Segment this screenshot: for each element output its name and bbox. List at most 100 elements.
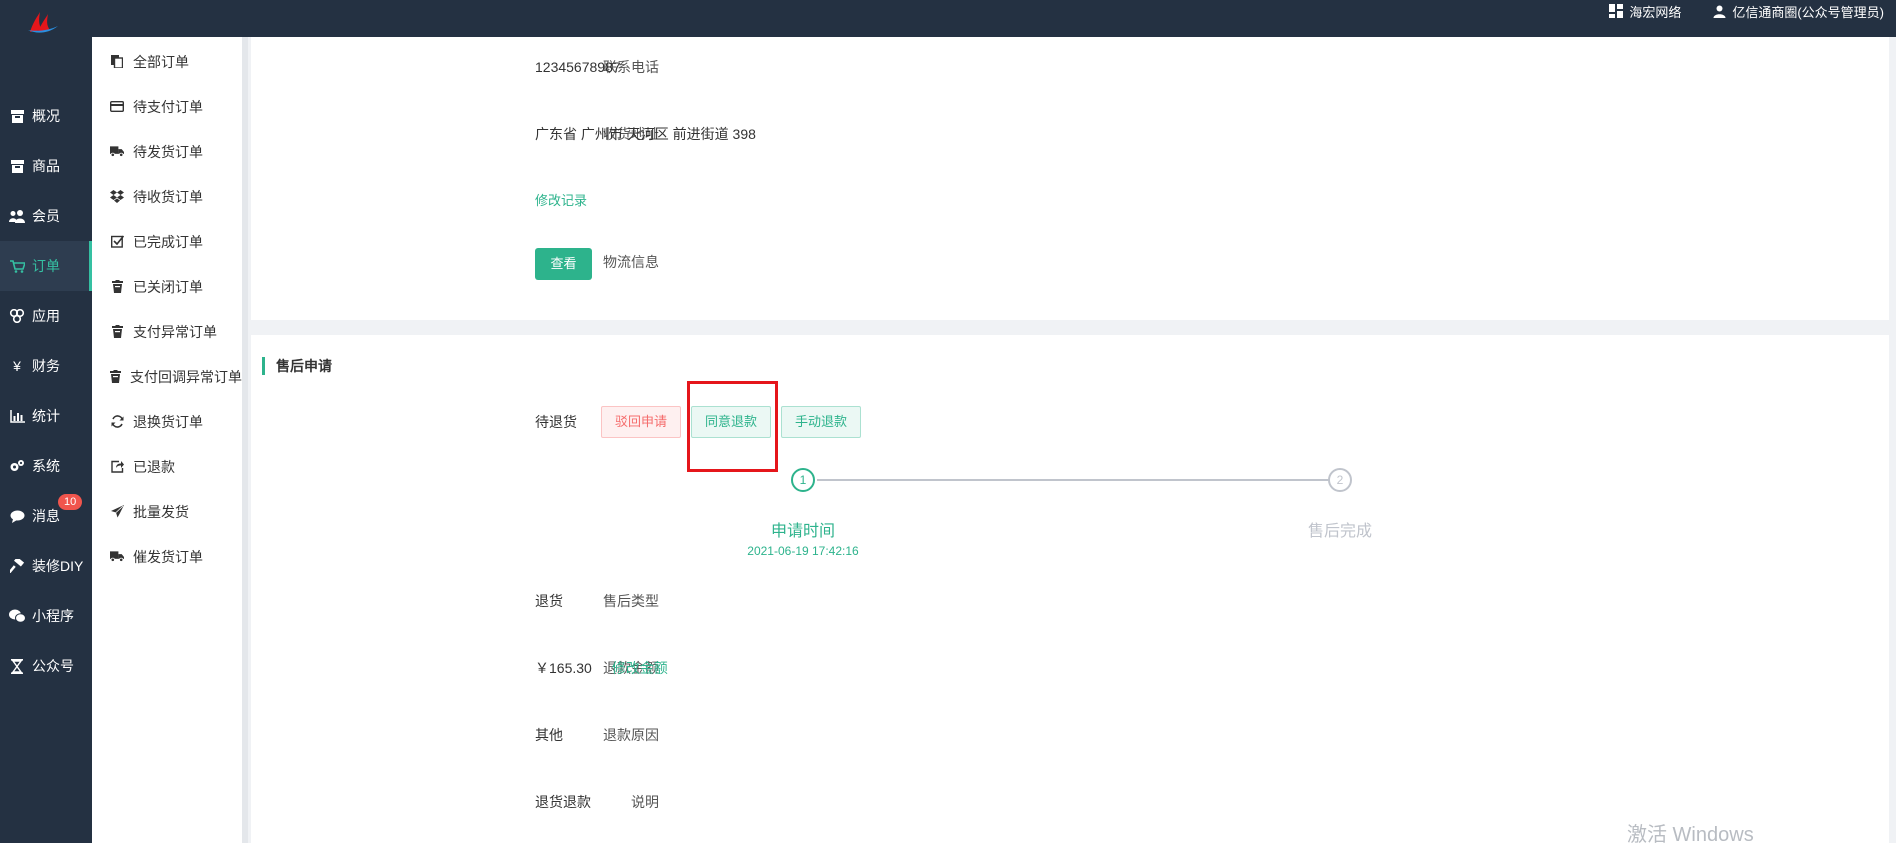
dropbox-icon <box>110 190 124 204</box>
submenu-item-callback-exception[interactable]: 支付回调异常订单 <box>92 354 242 399</box>
refund-amount-row: 退款金额 ￥165.30 修改金额 <box>251 653 1889 683</box>
submenu-scrollbar[interactable] <box>242 37 248 843</box>
manual-refund-button[interactable]: 手动退款 <box>781 406 861 438</box>
sidebar-item-label: 消息 <box>32 508 60 524</box>
sidebar-item-members[interactable]: 会员 <box>0 191 92 241</box>
message-count-badge: 10 <box>58 494 83 510</box>
shipping-info-card: 联系电话 12345678987 收货地址 广东省 广州市 天河区 前进街道 3… <box>251 37 1889 320</box>
sidebar-item-stats[interactable]: 统计 <box>0 391 92 441</box>
top-bar: 海宏网络 亿信通商圈(公众号管理员) <box>0 0 1896 37</box>
logistics-row: 物流信息 <box>251 247 1889 277</box>
sidebar-item-finance[interactable]: ¥ 财务 <box>0 341 92 391</box>
submenu-item-label: 已关闭订单 <box>133 278 203 295</box>
top-item-label: 海宏网络 <box>1629 4 1682 20</box>
sidebar-item-goods[interactable]: 商品 <box>0 141 92 191</box>
sidebar-item-label: 财务 <box>32 358 60 374</box>
after-sale-card: 售后申请 售后状态 待退货 驳回申请 同意退款 手动退款 1 2 申请时间 20… <box>251 335 1889 843</box>
top-item-user[interactable]: 亿信通商圈(公众号管理员) <box>1713 2 1884 21</box>
after-sale-status-row: 售后状态 待退货 <box>251 407 1889 437</box>
submenu-item-urge-ship[interactable]: 催发货订单 <box>92 534 242 579</box>
submenu-item-closed[interactable]: 已关闭订单 <box>92 264 242 309</box>
sidebar-item-system[interactable]: 系统 <box>0 441 92 491</box>
main-sidebar: 概况 商品 会员 订单 应用 ¥ 财务 统计 系统 消息 10 装修DIY 小程… <box>0 37 92 843</box>
truck-icon <box>110 550 124 564</box>
after-sale-type-row: 售后类型 退货 <box>251 586 1889 616</box>
submenu-item-label: 已完成订单 <box>133 233 203 250</box>
card-icon <box>110 100 124 114</box>
truck-icon <box>110 145 124 159</box>
users-icon <box>8 207 26 225</box>
order-submenu: 全部订单 待支付订单 待发货订单 待收货订单 已完成订单 已关闭订单 支付异常订… <box>92 37 242 843</box>
submenu-item-pending-shipment[interactable]: 待发货订单 <box>92 129 242 174</box>
submenu-item-label: 全部订单 <box>133 53 189 70</box>
address-row: 收货地址 广东省 广州市 天河区 前进街道 398 <box>251 119 1889 149</box>
top-item-shop[interactable]: 海宏网络 <box>1609 2 1681 21</box>
submenu-item-label: 待支付订单 <box>133 98 203 115</box>
sidebar-item-label: 商品 <box>32 158 60 174</box>
step-1-circle: 1 <box>791 468 815 492</box>
user-icon <box>1713 5 1726 18</box>
send-icon <box>110 505 124 519</box>
sidebar-item-messages[interactable]: 消息 10 <box>0 491 92 541</box>
check-square-icon <box>110 235 124 249</box>
sidebar-item-official-account[interactable]: 公众号 <box>0 641 92 691</box>
trash-icon <box>110 280 124 294</box>
steps-connector-line <box>817 479 1341 481</box>
submenu-item-label: 待发货订单 <box>133 143 203 160</box>
submenu-item-payment-exception[interactable]: 支付异常订单 <box>92 309 242 354</box>
submenu-item-all-orders[interactable]: 全部订单 <box>92 39 242 84</box>
gears-icon <box>8 457 26 475</box>
after-sale-title: 售后申请 <box>262 357 332 375</box>
submenu-item-completed[interactable]: 已完成订单 <box>92 219 242 264</box>
top-right-nav: 海宏网络 亿信通商圈(公众号管理员) <box>1609 0 1884 22</box>
sidebar-item-label: 装修DIY <box>32 558 84 574</box>
edit-amount-link[interactable]: 修改金额 <box>612 660 668 676</box>
sidebar-item-orders[interactable]: 订单 <box>0 241 92 291</box>
sidebar-item-label: 公众号 <box>32 658 74 674</box>
hammer-icon <box>8 557 26 575</box>
highlight-annotation-box <box>687 381 778 472</box>
apps-icon <box>8 307 26 325</box>
submenu-item-label: 催发货订单 <box>133 548 203 565</box>
submenu-item-label: 批量发货 <box>133 503 189 520</box>
sidebar-item-decorate[interactable]: 装修DIY <box>0 541 92 591</box>
sidebar-item-label: 统计 <box>32 408 60 424</box>
status-value: 待退货 <box>535 414 577 430</box>
amount-value: ￥165.30 <box>535 660 592 676</box>
windows-activation-watermark: 激活 Windows <box>1627 824 1754 843</box>
grid-icon <box>1609 4 1624 18</box>
description-row: 说明 退货退款 <box>251 787 1889 817</box>
box-icon <box>8 157 26 175</box>
submenu-item-returns[interactable]: 退换货订单 <box>92 399 242 444</box>
phone-value: 12345678987 <box>535 59 621 75</box>
trash-icon <box>110 325 124 339</box>
sidebar-item-label: 应用 <box>32 308 60 324</box>
sidebar-item-label: 会员 <box>32 208 60 224</box>
submenu-item-label: 支付回调异常订单 <box>130 368 242 385</box>
chat-icon <box>8 507 26 525</box>
submenu-item-label: 待收货订单 <box>133 188 203 205</box>
sidebar-item-label: 概况 <box>32 108 60 124</box>
phone-row: 联系电话 12345678987 <box>251 52 1889 82</box>
logo-icon <box>28 12 58 33</box>
view-logistics-button[interactable]: 查看 <box>535 248 592 280</box>
cart-icon <box>8 257 26 275</box>
sidebar-item-overview[interactable]: 概况 <box>0 91 92 141</box>
reject-application-button[interactable]: 驳回申请 <box>601 406 681 438</box>
edit-history-link[interactable]: 修改记录 <box>535 186 587 216</box>
step-2-title: 售后完成 <box>1307 523 1372 540</box>
submenu-item-pending-payment[interactable]: 待支付订单 <box>92 84 242 129</box>
box-icon <box>8 107 26 125</box>
submenu-item-refunded[interactable]: 已退款 <box>92 444 242 489</box>
submenu-item-batch-ship[interactable]: 批量发货 <box>92 489 242 534</box>
sidebar-item-apps[interactable]: 应用 <box>0 291 92 341</box>
step-1-title: 申请时间 <box>770 523 835 540</box>
yen-icon: ¥ <box>13 358 21 374</box>
sidebar-item-miniprogram[interactable]: 小程序 <box>0 591 92 641</box>
copy-icon <box>110 55 124 69</box>
chart-icon <box>8 407 26 425</box>
refund-reason-row: 退款原因 其他 <box>251 720 1889 750</box>
submenu-item-pending-receipt[interactable]: 待收货订单 <box>92 174 242 219</box>
wechat-icon <box>8 607 26 625</box>
top-item-label: 亿信通商圈(公众号管理员) <box>1732 4 1884 20</box>
